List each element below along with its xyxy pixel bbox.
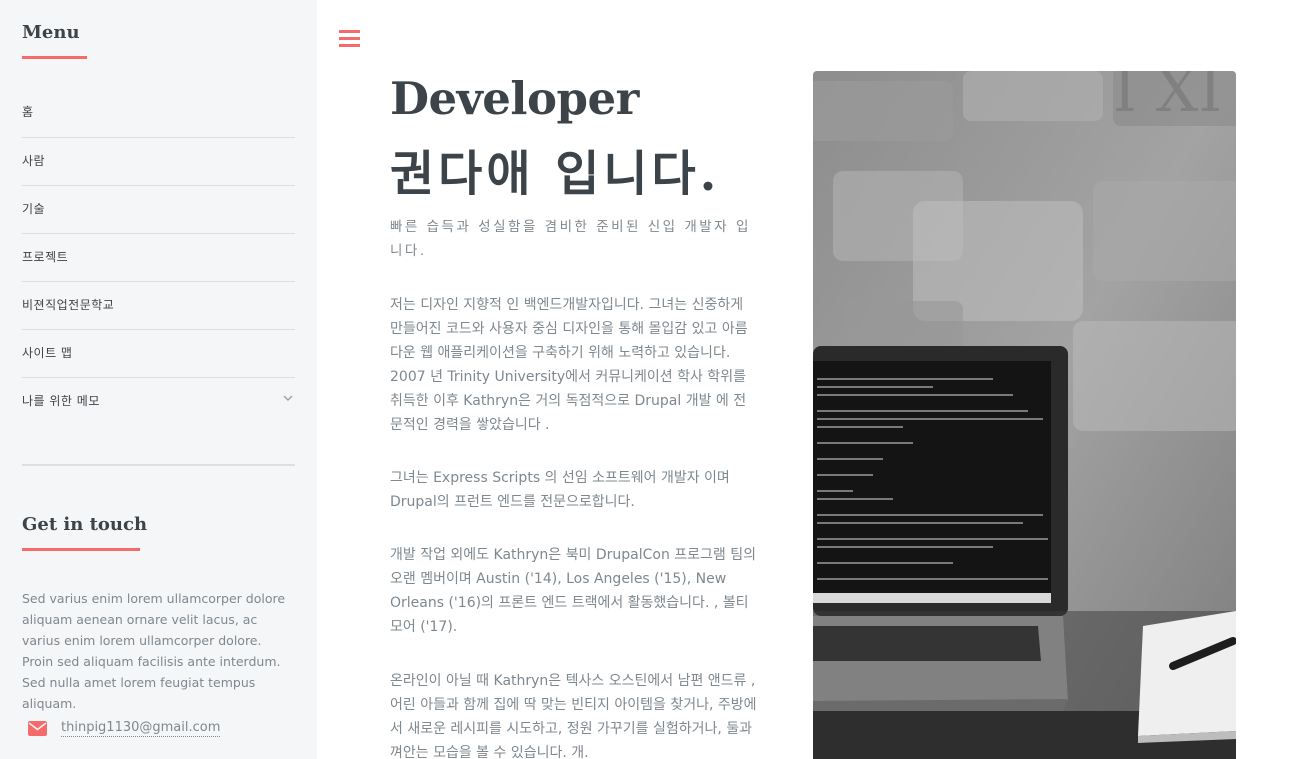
email-link[interactable]: thinpig1130@gmail.com <box>61 720 221 737</box>
menu-item-people[interactable]: 사람 <box>22 137 295 185</box>
menu-item-notes[interactable]: 나를 위한 메모 <box>22 377 295 425</box>
menu-item-label: 사람 <box>22 154 46 168</box>
work-paragraph: 그녀는 Express Scripts 의 선임 소프트웨어 개발자 이며 Dr… <box>390 470 730 510</box>
menu-item-label: 기술 <box>22 202 46 216</box>
svg-text:I XI: I XI <box>1113 71 1222 126</box>
laptop-photo: I XI <box>813 71 1236 759</box>
menu-item-sitemap[interactable]: 사이트 맵 <box>22 329 295 377</box>
menu-item-vision-school[interactable]: 비젼직업전문학교 <box>22 281 295 329</box>
menu-item-skills[interactable]: 기술 <box>22 185 295 233</box>
menu-heading-underline <box>22 56 87 59</box>
contact-heading-underline <box>22 548 140 551</box>
menu-item-label: 홈 <box>22 105 34 119</box>
menu-item-label: 프로젝트 <box>22 250 69 264</box>
menu-item-home[interactable]: 홈 <box>22 89 295 137</box>
contact-description: Sed varius enim lorem ullamcorper dolore… <box>22 591 286 711</box>
intro-paragraph: 저는 디자인 지향적 인 백엔드개발자입니다. 그녀는 신중하게 만들어진 코드… <box>390 297 748 433</box>
community-paragraph: 개발 작업 외에도 Kathryn은 북미 DrupalCon 프로그램 팀의 … <box>390 547 756 635</box>
contact-heading: Get in touch <box>22 514 148 535</box>
menu-item-label: 나를 위한 메모 <box>22 394 100 408</box>
personal-paragraph: 온라인이 아닐 때 Kathryn은 텍사스 오스틴에서 남편 앤드류 , 어린… <box>390 673 757 759</box>
nav-menu: 홈 사람 기술 프로젝트 비젼직업전문학교 사이트 맵 나를 위한 메모 <box>22 89 295 425</box>
sidebar: Menu 홈 사람 기술 프로젝트 비젼직업전문학교 사이트 맵 나를 위한 메… <box>0 0 317 759</box>
page-subtitle: 빠른 습득과 성실함을 겸비한 준비된 신입 개발자 입니다. <box>390 219 751 259</box>
menu-heading: Menu <box>22 22 80 43</box>
hamburger-icon[interactable] <box>339 28 361 48</box>
menu-item-label: 비젼직업전문학교 <box>22 298 115 312</box>
hero-image: I XI <box>813 71 1236 759</box>
sidebar-divider <box>22 464 295 466</box>
contact-email-row: thinpig1130@gmail.com <box>22 718 295 742</box>
chevron-down-icon[interactable] <box>283 393 293 403</box>
menu-item-label: 사이트 맵 <box>22 346 73 360</box>
menu-item-projects[interactable]: 프로젝트 <box>22 233 295 281</box>
envelope-icon <box>28 721 47 736</box>
page-title-name: 권다애 입니다. <box>390 146 721 202</box>
page-title: Developer <box>390 72 639 125</box>
